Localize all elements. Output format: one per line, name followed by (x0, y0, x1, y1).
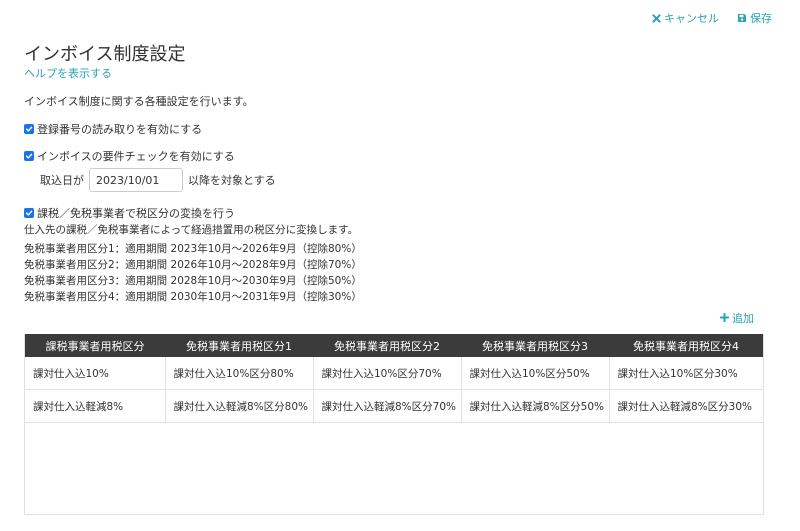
help-link[interactable]: ヘルプを表示する (24, 65, 112, 81)
save-icon (737, 13, 747, 23)
read-registration-row: 登録番号の読み取りを有効にする (24, 121, 202, 137)
table-cell[interactable]: 課対仕入込10%区分50% (461, 357, 610, 390)
convert-note: 仕入先の課税／免税事業者によって経過措置用の税区分に変換します。 (24, 224, 359, 236)
convert-tax-row: 課税／免税事業者で税区分の変換を行う (24, 205, 235, 221)
table-cell[interactable]: 課対仕入込軽減8% (25, 389, 166, 423)
table-cell[interactable]: 課対仕入込軽減8%区分80% (165, 389, 314, 423)
close-icon (652, 13, 661, 23)
table-cell[interactable]: 課対仕入込10%区分80% (165, 357, 314, 390)
column-header[interactable]: 課税事業者用税区分 (25, 334, 165, 357)
period-line-2: 免税事業者用区分2：適用期間 2026年10月〜2028年9月（控除70%） (24, 259, 362, 271)
cancel-button[interactable]: キャンセル (652, 10, 719, 26)
check-icon (25, 153, 33, 159)
period-line-3: 免税事業者用区分3：適用期間 2028年10月〜2030年9月（控除50%） (24, 275, 362, 287)
cancel-label: キャンセル (664, 12, 719, 25)
plus-icon (719, 312, 730, 325)
check-icon (25, 126, 33, 132)
page-title: インボイス制度設定 (24, 44, 186, 65)
table-cell[interactable]: 課対仕入込軽減8%区分50% (461, 389, 610, 423)
date-prefix-label: 取込日が (40, 174, 84, 187)
add-label: 追加 (732, 312, 754, 325)
date-suffix-label: 以降を対象とする (188, 174, 276, 187)
column-header[interactable]: 免税事業者用税区分2 (313, 334, 461, 357)
column-header[interactable]: 免税事業者用税区分3 (461, 334, 609, 357)
convert-tax-label[interactable]: 課税／免税事業者で税区分の変換を行う (37, 205, 235, 221)
table-row[interactable]: 課対仕入込軽減8% 課対仕入込軽減8%区分80% 課対仕入込軽減8%区分70% … (25, 389, 763, 423)
requirement-check-checkbox[interactable] (24, 151, 34, 161)
read-registration-label[interactable]: 登録番号の読み取りを有効にする (37, 121, 202, 137)
table-row[interactable]: 課対仕入込10% 課対仕入込10%区分80% 課対仕入込10%区分70% 課対仕… (25, 357, 763, 390)
table-cell[interactable]: 課対仕入込10%区分70% (313, 357, 462, 390)
top-toolbar: キャンセル 保存 (652, 10, 772, 26)
table-cell[interactable]: 課対仕入込10% (25, 357, 166, 390)
import-date-input[interactable] (89, 168, 183, 192)
period-line-4: 免税事業者用区分4：適用期間 2030年10月〜2031年9月（控除30%） (24, 291, 362, 303)
read-registration-checkbox[interactable] (24, 124, 34, 134)
period-line-1: 免税事業者用区分1：適用期間 2023年10月〜2026年9月（控除80%） (24, 243, 362, 255)
date-filter-row: 取込日が 以降を対象とする (40, 168, 276, 192)
add-row-button[interactable]: 追加 (719, 310, 754, 326)
table-cell[interactable]: 課対仕入込10%区分30% (609, 357, 763, 390)
save-button[interactable]: 保存 (737, 10, 772, 26)
convert-tax-checkbox[interactable] (24, 208, 34, 218)
table-header-row: 課税事業者用税区分 免税事業者用税区分1 免税事業者用税区分2 免税事業者用税区… (25, 334, 763, 357)
column-header[interactable]: 免税事業者用税区分4 (609, 334, 763, 357)
requirement-check-label[interactable]: インボイスの要件チェックを有効にする (37, 148, 235, 164)
table-cell[interactable]: 課対仕入込軽減8%区分30% (609, 389, 763, 423)
tax-mapping-table: 課税事業者用税区分 免税事業者用税区分1 免税事業者用税区分2 免税事業者用税区… (24, 334, 764, 515)
save-label: 保存 (750, 12, 772, 25)
table-cell[interactable]: 課対仕入込軽減8%区分70% (313, 389, 462, 423)
requirement-check-row: インボイスの要件チェックを有効にする (24, 148, 235, 164)
column-header[interactable]: 免税事業者用税区分1 (165, 334, 313, 357)
check-icon (25, 210, 33, 216)
page-description: インボイス制度に関する各種設定を行います。 (24, 95, 254, 108)
